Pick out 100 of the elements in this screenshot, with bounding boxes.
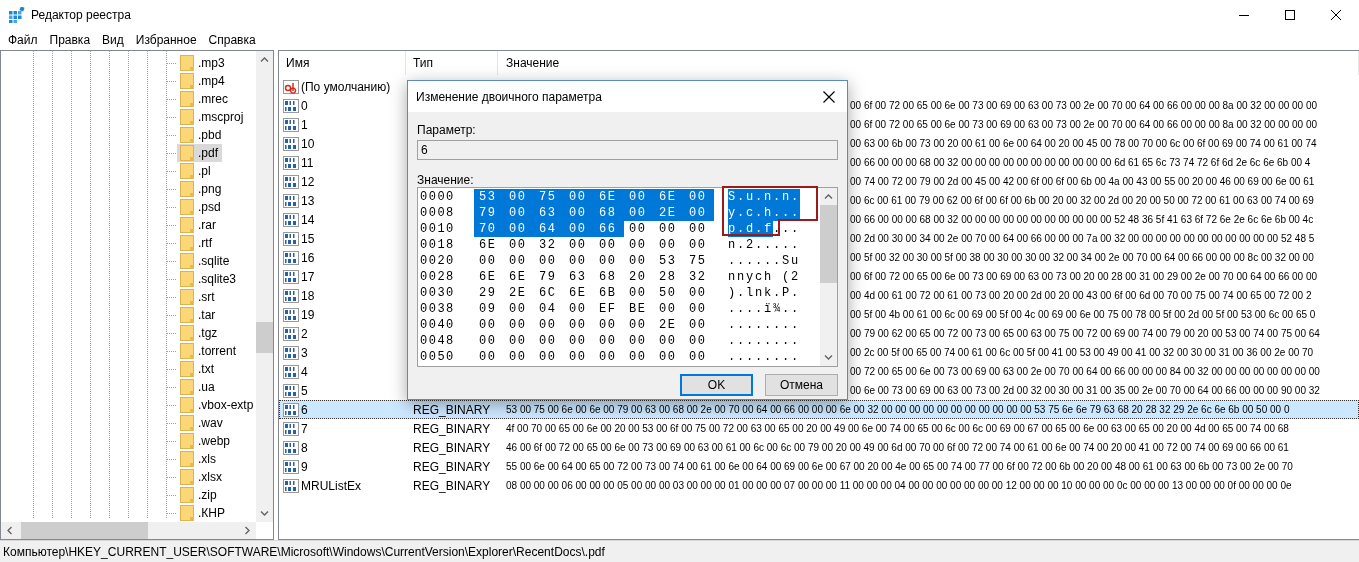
menu-item[interactable]: Вид <box>96 31 130 49</box>
hex-byte[interactable]: 00 <box>684 189 714 205</box>
value-name[interactable]: 12 <box>301 172 315 191</box>
hex-byte[interactable]: 00 <box>594 333 624 349</box>
scroll-up-icon[interactable] <box>260 57 269 62</box>
value-name[interactable]: 0 <box>301 96 308 115</box>
tree-item[interactable]: .rar <box>177 216 220 234</box>
hex-byte[interactable]: 2E <box>654 317 684 333</box>
hex-editor[interactable] <box>417 187 838 367</box>
tree-item[interactable]: .psd <box>177 198 225 216</box>
hex-byte[interactable]: 00 <box>624 317 654 333</box>
ascii-text[interactable]: n.2..... <box>728 237 800 253</box>
hex-byte[interactable]: EF <box>594 301 624 317</box>
value-name[interactable]: 17 <box>301 267 315 286</box>
hex-byte[interactable]: 63 <box>534 205 564 221</box>
scrollbar-thumb[interactable] <box>21 522 148 539</box>
selected-row-highlight[interactable]: 6 REG_BINARY 53 00 75 00 6e 00 6e 00 79 00 63 00 68 00 2e 00 70 00 64 00 66 00 00 00 6e 00 32 00 00 00 00 00 00 00 00 00 00 00 53 75 6e 6e 79 63 68 20 28 32 29 2e 6c 6e 6b 00 50 00 0 <box>279 400 1359 419</box>
hex-byte[interactable]: 00 <box>684 205 714 221</box>
tree-item[interactable]: .wav <box>177 414 227 432</box>
tree-item[interactable]: .xlsx <box>177 468 226 486</box>
hex-byte[interactable]: 00 <box>624 333 654 349</box>
menu-item[interactable]: Правка <box>43 31 97 49</box>
scroll-down-icon[interactable] <box>260 511 269 516</box>
hex-byte[interactable]: 63 <box>564 269 594 285</box>
ascii-text[interactable]: y.c.h... <box>728 205 800 221</box>
tree-item[interactable]: .srt <box>177 288 219 306</box>
hex-byte[interactable]: 00 <box>684 237 714 253</box>
ascii-text[interactable]: ....ï¾.. <box>728 301 800 317</box>
hex-byte[interactable]: 00 <box>504 205 534 221</box>
menu-item[interactable]: Файл <box>2 31 44 49</box>
hex-byte[interactable]: 00 <box>684 301 714 317</box>
hex-byte[interactable]: 00 <box>474 253 504 269</box>
hex-byte[interactable]: 00 <box>564 349 594 365</box>
value-name[interactable]: 4 <box>301 362 308 381</box>
value-name[interactable]: 14 <box>301 210 315 229</box>
hex-byte[interactable]: 00 <box>624 285 654 301</box>
hex-byte[interactable]: 00 <box>624 205 654 221</box>
hex-byte[interactable]: 00 <box>684 285 714 301</box>
tree-item[interactable]: .pbd <box>177 126 226 144</box>
tree-item[interactable]: .png <box>177 180 226 198</box>
ascii-text[interactable]: ......Su <box>728 253 800 269</box>
tree-item[interactable]: .tgz <box>177 324 222 342</box>
hex-byte[interactable]: 79 <box>474 205 504 221</box>
hex-byte[interactable]: 00 <box>684 221 714 237</box>
hex-byte[interactable]: 6E <box>654 189 684 205</box>
hex-byte[interactable]: 00 <box>624 221 654 237</box>
hex-byte[interactable]: 00 <box>534 333 564 349</box>
hex-byte[interactable]: 20 <box>624 269 654 285</box>
dialog-button[interactable]: OK <box>680 374 753 396</box>
column-header[interactable]: Имя <box>279 51 406 75</box>
hex-byte[interactable]: 6E <box>474 269 504 285</box>
hex-byte[interactable]: 6E <box>594 189 624 205</box>
ascii-text[interactable]: ... <box>773 221 801 237</box>
hex-byte[interactable]: 75 <box>684 253 714 269</box>
hex-byte[interactable]: 00 <box>474 333 504 349</box>
hex-byte[interactable]: 53 <box>654 253 684 269</box>
value-name[interactable]: 9 <box>301 457 308 476</box>
hex-byte[interactable]: 6C <box>534 285 564 301</box>
hex-byte[interactable]: 66 <box>594 221 624 237</box>
tree-item[interactable]: .zip <box>177 486 221 504</box>
column-header[interactable]: Тип <box>406 51 498 75</box>
hex-byte[interactable]: 00 <box>684 349 714 365</box>
tree-item[interactable]: .sqlite3 <box>177 270 241 288</box>
hex-byte[interactable]: 00 <box>654 333 684 349</box>
menu-item[interactable]: Справка <box>202 31 262 49</box>
hex-byte[interactable]: 6E <box>504 269 534 285</box>
hex-byte[interactable]: 6E <box>564 285 594 301</box>
tree-item[interactable]: .rtf <box>177 234 216 252</box>
tree-item[interactable]: .mp3 <box>177 54 229 72</box>
hex-byte[interactable]: 29 <box>474 285 504 301</box>
value-name[interactable]: 1 <box>301 115 308 134</box>
hex-byte[interactable]: 00 <box>684 333 714 349</box>
hex-byte[interactable]: 00 <box>564 221 594 237</box>
hex-byte[interactable]: 00 <box>504 253 534 269</box>
vertical-scrollbar[interactable] <box>256 51 273 522</box>
hex-byte[interactable]: 00 <box>594 349 624 365</box>
hex-byte[interactable]: 00 <box>504 349 534 365</box>
horizontal-scrollbar[interactable] <box>1 522 256 539</box>
hex-byte[interactable]: 00 <box>564 333 594 349</box>
hex-byte[interactable]: 00 <box>564 253 594 269</box>
hex-byte[interactable]: 28 <box>654 269 684 285</box>
scroll-left-icon[interactable] <box>7 526 12 535</box>
hex-byte[interactable]: 00 <box>624 253 654 269</box>
tree-item[interactable]: .ua <box>177 378 219 396</box>
hex-byte[interactable]: 00 <box>534 317 564 333</box>
tree-item[interactable]: .torrent <box>177 342 240 360</box>
scroll-up-icon[interactable] <box>824 194 833 199</box>
scrollbar-thumb[interactable] <box>820 205 837 283</box>
value-name[interactable]: 18 <box>301 286 315 305</box>
value-name[interactable]: 8 <box>301 438 308 457</box>
scroll-right-icon[interactable] <box>245 526 250 535</box>
hex-byte[interactable]: 00 <box>504 333 534 349</box>
vertical-scrollbar[interactable] <box>820 188 837 366</box>
ascii-text[interactable]: ).lnk.P. <box>728 285 800 301</box>
hex-byte[interactable]: 00 <box>504 221 534 237</box>
value-name[interactable]: (По умолчанию) <box>301 77 391 96</box>
value-name[interactable]: 15 <box>301 229 315 248</box>
hex-byte[interactable]: 00 <box>684 317 714 333</box>
hex-byte[interactable]: 00 <box>594 237 624 253</box>
hex-byte[interactable]: 00 <box>474 317 504 333</box>
